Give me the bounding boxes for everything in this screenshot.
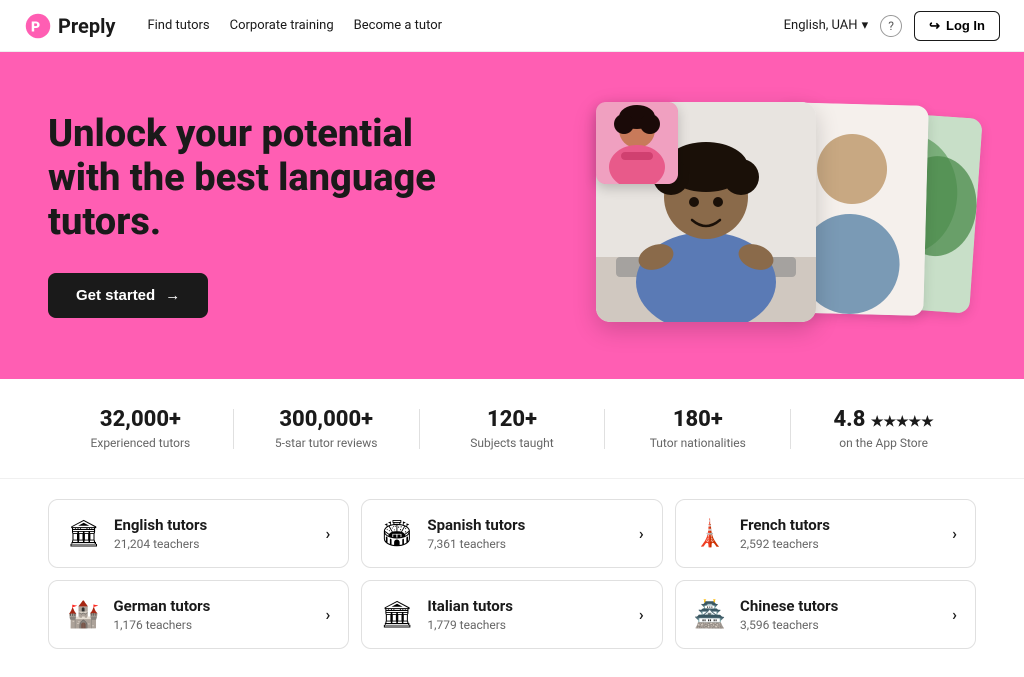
tutor-icon-german: 🏰 bbox=[67, 600, 99, 630]
login-icon: ↪ bbox=[929, 18, 940, 34]
tutor-count-spanish: 7,361 teachers bbox=[427, 537, 630, 551]
tutor-info-spanish: Spanish tutors 7,361 teachers bbox=[427, 516, 630, 551]
tutor-icon-chinese: 🏯 bbox=[694, 600, 726, 630]
stat-appstore-label: on the App Store bbox=[791, 436, 976, 450]
hero-images bbox=[576, 84, 976, 347]
tutor-icon-french: 🗼 bbox=[694, 519, 726, 549]
tutor-card-german[interactable]: 🏰 German tutors 1,176 teachers › bbox=[48, 580, 349, 649]
nav-right: English, UAH ▾ ? ↪ Log In bbox=[784, 11, 1000, 41]
tutor-count-german: 1,176 teachers bbox=[113, 618, 317, 632]
tutor-info-german: German tutors 1,176 teachers bbox=[113, 597, 317, 632]
find-tutors-link[interactable]: Find tutors bbox=[147, 18, 209, 33]
navbar: P Preply Find tutors Corporate training … bbox=[0, 0, 1024, 52]
corporate-training-link[interactable]: Corporate training bbox=[230, 18, 334, 33]
nav-links: Find tutors Corporate training Become a … bbox=[147, 18, 442, 33]
help-button[interactable]: ? bbox=[880, 15, 902, 37]
tutor-icon-spanish: 🏟 bbox=[380, 519, 413, 549]
stat-experienced-number: 32,000+ bbox=[48, 407, 233, 432]
tutor-name-french: French tutors bbox=[740, 516, 944, 534]
tutor-card-spanish[interactable]: 🏟 Spanish tutors 7,361 teachers › bbox=[361, 499, 662, 568]
star-icons: ★★★★★ bbox=[871, 414, 934, 430]
tutor-card-english[interactable]: 🏛 English tutors 21,204 teachers › bbox=[48, 499, 349, 568]
stat-reviews-number: 300,000+ bbox=[234, 407, 419, 432]
tutor-icon-italian: 🏛 bbox=[380, 600, 413, 630]
tutor-arrow-spanish: › bbox=[639, 524, 644, 543]
tutor-card-italian[interactable]: 🏛 Italian tutors 1,779 teachers › bbox=[361, 580, 662, 649]
get-started-button[interactable]: Get started → bbox=[48, 273, 208, 318]
tutors-grid: 🏛 English tutors 21,204 teachers › 🏟 Spa… bbox=[48, 499, 976, 649]
tutor-name-german: German tutors bbox=[113, 597, 317, 615]
arrow-right-icon: → bbox=[165, 287, 180, 304]
stat-nationalities-number: 180+ bbox=[605, 407, 790, 432]
tutor-arrow-chinese: › bbox=[952, 605, 957, 624]
login-label: Log In bbox=[946, 18, 985, 33]
tutor-card-chinese[interactable]: 🏯 Chinese tutors 3,596 teachers › bbox=[675, 580, 976, 649]
logo[interactable]: P Preply bbox=[24, 12, 115, 40]
hero-section: Unlock your potential with the best lang… bbox=[0, 52, 1024, 379]
stat-reviews-label: 5-star tutor reviews bbox=[234, 436, 419, 450]
stat-nationalities-label: Tutor nationalities bbox=[605, 436, 790, 450]
question-icon: ? bbox=[888, 19, 894, 33]
tutor-arrow-french: › bbox=[952, 524, 957, 543]
tutor-name-spanish: Spanish tutors bbox=[427, 516, 630, 534]
tutor-arrow-italian: › bbox=[639, 605, 644, 624]
svg-text:P: P bbox=[31, 19, 40, 35]
stat-subjects-label: Subjects taught bbox=[420, 436, 605, 450]
hero-card-overlay bbox=[596, 102, 678, 184]
stat-experienced-label: Experienced tutors bbox=[48, 436, 233, 450]
tutor-count-english: 21,204 teachers bbox=[114, 537, 317, 551]
language-label: English, UAH bbox=[784, 18, 858, 33]
tutors-section: 🏛 English tutors 21,204 teachers › 🏟 Spa… bbox=[0, 479, 1024, 677]
tutor-name-chinese: Chinese tutors bbox=[740, 597, 944, 615]
stats-bar: 32,000+ Experienced tutors 300,000+ 5-st… bbox=[0, 379, 1024, 479]
tutor-count-chinese: 3,596 teachers bbox=[740, 618, 944, 632]
tutor-info-chinese: Chinese tutors 3,596 teachers bbox=[740, 597, 944, 632]
login-button[interactable]: ↪ Log In bbox=[914, 11, 1000, 41]
tutor-info-italian: Italian tutors 1,779 teachers bbox=[427, 597, 630, 632]
stat-experienced-tutors: 32,000+ Experienced tutors bbox=[48, 407, 233, 450]
get-started-label: Get started bbox=[76, 287, 155, 304]
tutor-arrow-english: › bbox=[326, 524, 331, 543]
stat-appstore: 4.8 ★★★★★ on the App Store bbox=[791, 407, 976, 450]
tutor-count-french: 2,592 teachers bbox=[740, 537, 944, 551]
stat-reviews: 300,000+ 5-star tutor reviews bbox=[234, 407, 419, 450]
hero-content: Unlock your potential with the best lang… bbox=[48, 113, 576, 317]
stat-appstore-number: 4.8 ★★★★★ bbox=[791, 407, 976, 432]
tutor-name-italian: Italian tutors bbox=[427, 597, 630, 615]
tutor-info-english: English tutors 21,204 teachers bbox=[114, 516, 317, 551]
tutor-count-italian: 1,779 teachers bbox=[427, 618, 630, 632]
stat-nationalities: 180+ Tutor nationalities bbox=[605, 407, 790, 450]
tutor-card-french[interactable]: 🗼 French tutors 2,592 teachers › bbox=[675, 499, 976, 568]
chevron-down-icon: ▾ bbox=[862, 18, 869, 33]
stat-subjects: 120+ Subjects taught bbox=[420, 407, 605, 450]
tutor-arrow-german: › bbox=[326, 605, 331, 624]
tutor-info-french: French tutors 2,592 teachers bbox=[740, 516, 944, 551]
hero-title: Unlock your potential with the best lang… bbox=[48, 113, 468, 244]
logo-text: Preply bbox=[58, 14, 115, 38]
tutor-icon-english: 🏛 bbox=[67, 519, 100, 549]
language-selector[interactable]: English, UAH ▾ bbox=[784, 18, 868, 33]
stat-subjects-number: 120+ bbox=[420, 407, 605, 432]
become-tutor-link[interactable]: Become a tutor bbox=[354, 18, 442, 33]
tutor-name-english: English tutors bbox=[114, 516, 317, 534]
